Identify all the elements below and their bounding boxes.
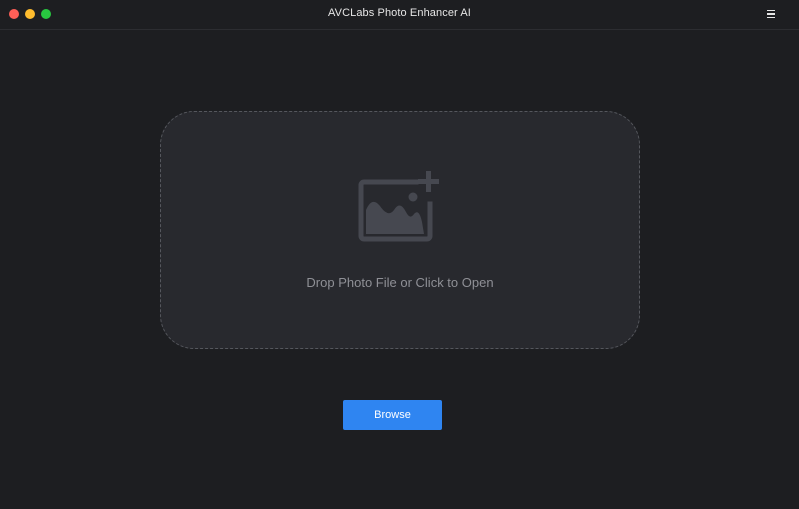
add-photo-icon: [358, 171, 439, 242]
drop-instruction-text: Drop Photo File or Click to Open: [306, 275, 494, 290]
title-bar: AVCLabs Photo Enhancer AI: [0, 0, 799, 30]
window-title: AVCLabs Photo Enhancer AI: [328, 7, 471, 19]
app-window: AVCLabs Photo Enhancer AI Drop Photo Fil…: [0, 0, 799, 509]
photo-drop-zone[interactable]: Drop Photo File or Click to Open: [160, 111, 640, 349]
hamburger-menu-icon[interactable]: [763, 5, 779, 23]
browse-button[interactable]: Browse: [343, 400, 442, 430]
